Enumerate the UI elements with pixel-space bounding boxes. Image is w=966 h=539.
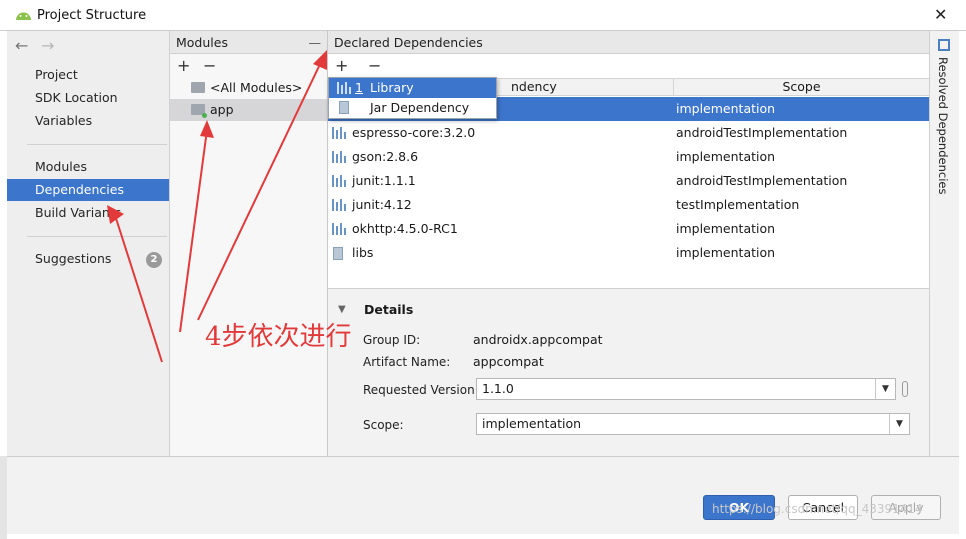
library-icon [332, 199, 346, 211]
dependency-scope: implementation [676, 149, 776, 164]
requested-version-label: Requested Version: [363, 383, 479, 397]
android-icon [16, 12, 31, 20]
nav-item-variables[interactable]: Variables [7, 110, 169, 132]
nav-separator [27, 144, 167, 145]
module-item-label: app [210, 102, 234, 117]
version-search-handle[interactable] [902, 381, 908, 397]
menu-item-number: 2 [355, 100, 363, 115]
annotation-text: 4步依次进行 [205, 322, 352, 352]
chevron-down-icon[interactable]: ▼ [875, 379, 895, 399]
library-icon [332, 151, 346, 163]
menu-item-number: 1 [355, 80, 363, 95]
modules-header-label: Modules [176, 35, 228, 50]
dependency-name: junit:4.12 [352, 197, 412, 212]
jar-icon [333, 247, 343, 260]
add-dependency-menu: 1 Library Dependency 2 Jar Dependency [328, 77, 497, 119]
modules-header: Modules — [170, 31, 327, 54]
table-row[interactable]: libs implementation [328, 241, 929, 265]
module-group-icon [191, 82, 205, 93]
details-title: Details [364, 302, 414, 317]
module-status-dot [202, 113, 207, 118]
dependency-name: junit:1.1.1 [352, 173, 416, 188]
dependency-scope: implementation [676, 245, 776, 260]
library-icon [337, 82, 351, 94]
nav-item-sdk-location[interactable]: SDK Location [7, 87, 169, 109]
column-header-scope[interactable]: Scope [673, 79, 929, 95]
module-item-all[interactable]: <All Modules> [170, 77, 327, 99]
dependencies-header: Declared Dependencies [328, 31, 929, 54]
group-id-label: Group ID: [363, 333, 421, 347]
dependency-scope: implementation [676, 221, 776, 236]
artifact-name-value: appcompat [473, 354, 544, 369]
dependency-name: gson:2.8.6 [352, 149, 419, 164]
resolved-dependencies-icon[interactable] [938, 39, 950, 51]
menu-item-library-dependency[interactable]: 1 Library Dependency [329, 78, 496, 115]
library-icon [332, 127, 346, 139]
dependency-scope: testImplementation [676, 197, 800, 212]
dependency-name: libs [352, 245, 374, 260]
close-icon[interactable]: ✕ [934, 5, 947, 25]
remove-dependency-button[interactable]: − [368, 55, 381, 77]
watermark: https://blog.csdn.net/qq_43391414 [712, 502, 923, 516]
nav-separator [27, 236, 167, 237]
jar-icon [339, 101, 349, 114]
add-module-button[interactable]: + [177, 55, 190, 77]
table-row[interactable]: espresso-core:3.2.0 androidTestImplement… [328, 121, 929, 145]
library-icon [332, 223, 346, 235]
chevron-down-icon[interactable]: ▼ [889, 414, 909, 434]
resolved-dependencies-tab[interactable]: Resolved Dependencies [936, 57, 950, 194]
table-row[interactable]: gson:2.8.6 implementation [328, 145, 929, 169]
table-row[interactable]: okhttp:4.5.0-RC1 implementation [328, 217, 929, 241]
artifact-name-label: Artifact Name: [363, 355, 451, 369]
collapse-icon[interactable]: — [309, 31, 322, 54]
module-item-label: <All Modules> [210, 80, 303, 95]
nav-item-modules[interactable]: Modules [7, 156, 169, 178]
dependency-scope: androidTestImplementation [676, 125, 848, 140]
scope-value: implementation [482, 416, 582, 431]
table-row[interactable]: junit:1.1.1 androidTestImplementation [328, 169, 929, 193]
add-dependency-button[interactable]: + [335, 55, 348, 77]
dependency-scope: androidTestImplementation [676, 173, 848, 188]
requested-version-combo[interactable]: 1.1.0 ▼ [476, 378, 896, 400]
title-bar: Project Structure ✕ [0, 0, 966, 31]
nav-item-project[interactable]: Project [7, 64, 169, 86]
back-arrow-icon[interactable]: ← [15, 36, 28, 55]
nav-item-dependencies[interactable]: Dependencies [7, 179, 169, 201]
modules-panel: Modules — + − <All Modules> app [170, 31, 328, 456]
scope-label: Scope: [363, 418, 404, 432]
column-header-dependency[interactable]: ndency [511, 79, 557, 95]
module-item-app[interactable]: app [170, 99, 327, 121]
window-title: Project Structure [37, 8, 147, 23]
group-id-value: androidx.appcompat [473, 332, 603, 347]
scope-combo[interactable]: implementation ▼ [476, 413, 910, 435]
requested-version-value: 1.1.0 [482, 381, 514, 396]
background-window-edge [0, 456, 7, 539]
collapse-triangle-icon[interactable]: ▼ [338, 304, 346, 315]
nav-item-build-variants[interactable]: Build Variants [7, 202, 169, 224]
details-section: ▼ Details Group ID: androidx.appcompat A… [328, 288, 929, 456]
dependency-name: espresso-core:3.2.0 [352, 125, 476, 140]
remove-module-button[interactable]: − [203, 55, 216, 77]
suggestions-count-badge: 2 [146, 252, 162, 268]
nav-item-suggestions[interactable]: Suggestions [7, 248, 169, 270]
right-tool-strip: Resolved Dependencies [929, 31, 959, 456]
library-icon [332, 175, 346, 187]
table-row[interactable]: junit:4.12 testImplementation [328, 193, 929, 217]
menu-item-jar-dependency[interactable]: 2 Jar Dependency [329, 98, 496, 118]
forward-arrow-icon[interactable]: → [41, 36, 54, 55]
menu-item-label: Jar Dependency [370, 100, 470, 115]
left-nav: ← → Project SDK Location Variables Modul… [7, 31, 170, 456]
dependency-scope: implementation [676, 101, 776, 116]
dependency-name: okhttp:4.5.0-RC1 [352, 221, 458, 236]
